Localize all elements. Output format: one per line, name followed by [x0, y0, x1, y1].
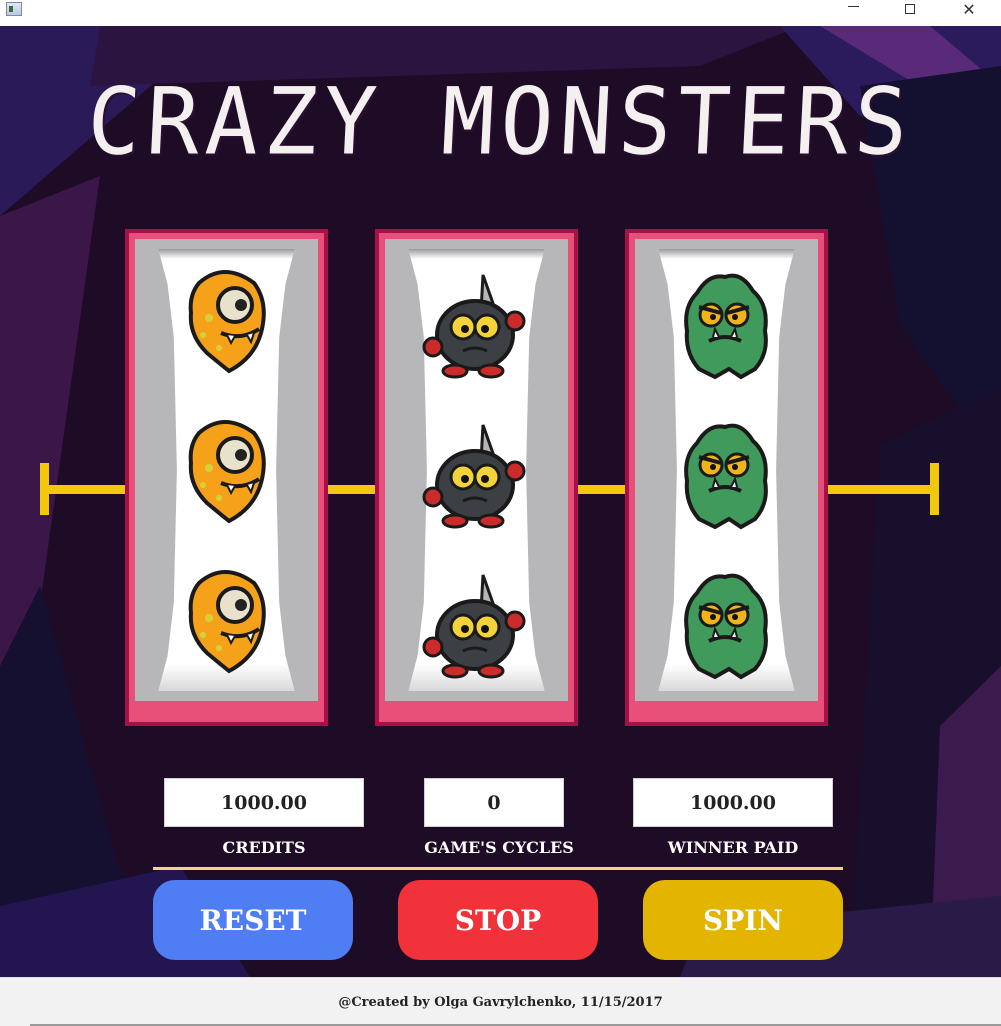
credits-field[interactable]: 1000.00 — [164, 778, 364, 827]
credits-label: CREDITS — [222, 838, 306, 857]
game-title: CRAZY MONSTERS — [84, 67, 917, 176]
cycles-field[interactable]: 0 — [424, 778, 564, 827]
winner-paid-label: WINNER PAID — [667, 838, 799, 857]
close-icon: ✕ — [962, 0, 976, 19]
divider — [153, 867, 843, 870]
black-knife-monster-icon — [419, 571, 529, 686]
footer: @Created by Olga Gavrylchenko, 11/15/201… — [0, 977, 1001, 1026]
app-icon — [6, 2, 22, 16]
reel-3 — [625, 229, 828, 726]
winner-paid-field[interactable]: 1000.00 — [633, 778, 833, 827]
minimize-icon — [847, 5, 859, 7]
spin-button[interactable]: SPIN — [643, 880, 843, 960]
green-monster-icon — [669, 419, 779, 534]
green-monster-icon — [669, 269, 779, 384]
maximize-button[interactable] — [887, 0, 933, 18]
footer-credit: @Created by Olga Gavrylchenko, 11/15/201… — [338, 994, 663, 1010]
game-area: CRAZY MONSTERS 1000.00 0 1000.00 CREDITS… — [0, 26, 1001, 977]
payline-right-cap — [930, 463, 939, 515]
reel-1 — [125, 229, 328, 726]
maximize-icon — [905, 4, 915, 14]
close-button[interactable]: ✕ — [946, 0, 992, 19]
black-knife-monster-icon — [419, 421, 529, 536]
stop-button[interactable]: STOP — [398, 880, 598, 960]
reset-button[interactable]: RESET — [153, 880, 353, 960]
orange-monster-icon — [169, 413, 279, 528]
cycles-label: GAME'S CYCLES — [424, 838, 574, 857]
reel-2 — [375, 229, 578, 726]
black-knife-monster-icon — [419, 271, 529, 386]
green-monster-icon — [669, 569, 779, 684]
minimize-button[interactable] — [830, 0, 876, 18]
payline-left-cap — [40, 463, 49, 515]
orange-monster-icon — [169, 263, 279, 378]
orange-monster-icon — [169, 563, 279, 678]
window-titlebar: ✕ — [0, 0, 1001, 26]
